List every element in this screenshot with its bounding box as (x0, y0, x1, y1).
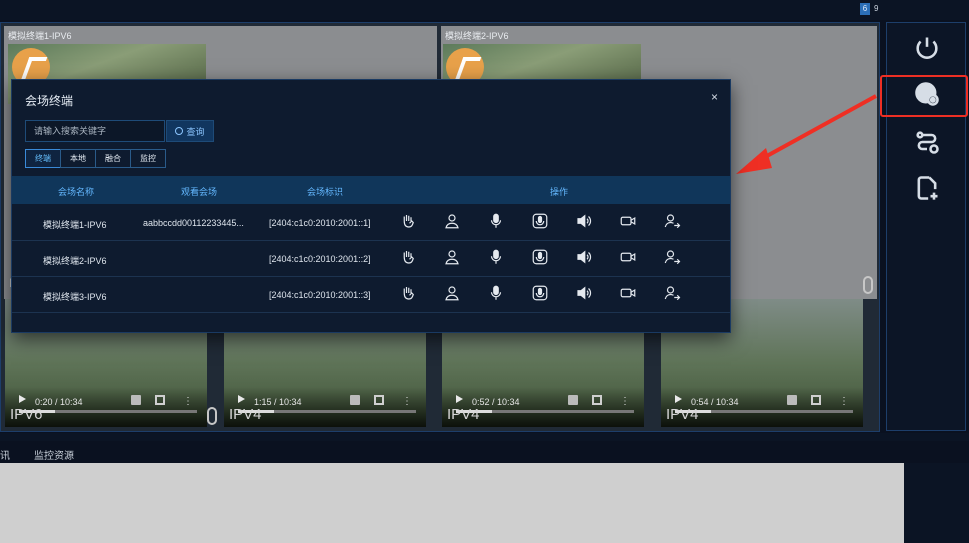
play-icon[interactable] (675, 395, 682, 403)
volume-icon[interactable] (350, 395, 360, 405)
fullscreen-icon[interactable] (155, 395, 165, 405)
speaker-booth-icon[interactable] (531, 248, 549, 266)
route-settings-icon (916, 131, 939, 154)
annotation-arrow (736, 94, 877, 174)
tile-label: 模拟终端2-IPV6 (445, 31, 509, 41)
user-icon[interactable] (443, 212, 461, 230)
hand-raise-icon[interactable] (399, 212, 417, 230)
terminal-dialog: 会场终端 × 请输入搜索关键字 查询 终端 本地 融合 监控 会场名称 观看会场… (11, 79, 731, 333)
ip-tag: IPV4 (229, 406, 262, 423)
tab-fusion[interactable]: 融合 (95, 149, 131, 168)
seek-bar[interactable] (675, 410, 853, 413)
content-panel (0, 463, 904, 543)
volume-icon[interactable] (787, 395, 797, 405)
tab-terminal[interactable]: 终端 (25, 149, 61, 168)
row-actions (399, 284, 707, 302)
user-icon[interactable] (443, 248, 461, 266)
play-icon[interactable] (19, 395, 26, 403)
power-button[interactable] (887, 27, 967, 69)
search-button-label: 查询 (186, 126, 205, 137)
route-settings-button[interactable] (887, 121, 967, 163)
microphone-icon[interactable] (487, 212, 505, 230)
row-name: 模拟终端2-IPV6 (43, 256, 107, 266)
play-icon[interactable] (456, 395, 463, 403)
count-badge: 6 (860, 3, 870, 15)
volume-icon[interactable] (575, 212, 593, 230)
tab-monitor[interactable]: 监控 (130, 149, 166, 168)
tab-local[interactable]: 本地 (60, 149, 96, 168)
user-icon[interactable] (443, 284, 461, 302)
power-icon (916, 37, 938, 59)
volume-icon[interactable] (568, 395, 578, 405)
play-icon[interactable] (238, 395, 245, 403)
col-ops: 操作 (550, 187, 569, 197)
ip-tag: IPV4 (447, 406, 480, 423)
more-icon[interactable]: ⋮ (839, 396, 849, 407)
ip-tag: IPV4 (666, 406, 699, 423)
hand-raise-icon[interactable] (399, 284, 417, 302)
ip-tag: IPV6 (10, 406, 43, 423)
volume-icon[interactable] (575, 284, 593, 302)
tile-label: 模拟终端1-IPV6 (8, 31, 72, 41)
seek-bar[interactable] (238, 410, 416, 413)
microphone-icon[interactable] (487, 284, 505, 302)
row-actions (399, 212, 707, 230)
row-name: 模拟终端3-IPV6 (43, 292, 107, 302)
fullscreen-icon[interactable] (592, 395, 602, 405)
table-row: 模拟终端2-IPV6 [2404:c1c0:2010:2001::2] (12, 241, 730, 277)
volume-icon[interactable] (575, 248, 593, 266)
row-id: [2404:c1c0:2010:2001::2] (269, 254, 371, 264)
row-id: [2404:c1c0:2010:2001::3] (269, 290, 371, 300)
add-file-icon (917, 176, 938, 200)
volume-icon[interactable] (131, 395, 141, 405)
camera-icon[interactable] (619, 248, 637, 266)
user-transfer-icon[interactable] (663, 212, 681, 230)
row-actions (399, 248, 707, 266)
camera-icon[interactable] (619, 284, 637, 302)
seek-bar[interactable] (19, 410, 197, 413)
microphone-icon (207, 407, 217, 425)
bottom-tab-monitor[interactable]: 监控资源 (34, 447, 74, 462)
table-row: 模拟终端3-IPV6 [2404:c1c0:2010:2001::3] (12, 277, 730, 313)
add-file-button[interactable] (887, 167, 967, 209)
search-icon (175, 127, 184, 135)
microphone-icon[interactable] (487, 248, 505, 266)
close-icon[interactable]: × (711, 90, 718, 104)
search-button[interactable]: 查询 (166, 120, 214, 142)
speaker-booth-icon[interactable] (531, 284, 549, 302)
more-icon[interactable]: ⋮ (402, 396, 412, 407)
row-watch: aabbccdd00112233445... (143, 218, 244, 228)
speaker-booth-icon[interactable] (531, 212, 549, 230)
camera-icon[interactable] (619, 212, 637, 230)
row-name: 模拟终端1-IPV6 (43, 220, 107, 230)
bottom-tab-1[interactable]: 讯 (0, 447, 10, 462)
dialog-tabs: 终端 本地 融合 监控 (25, 149, 166, 168)
search-input[interactable]: 请输入搜索关键字 (25, 120, 165, 142)
top-bar: 6 9 (0, 0, 969, 20)
col-watch: 观看会场 (181, 187, 218, 197)
count-badge-secondary: 9 (874, 4, 879, 13)
more-icon[interactable]: ⋮ (183, 396, 193, 407)
row-id: [2404:c1c0:2010:2001::1] (269, 218, 371, 228)
user-transfer-icon[interactable] (663, 248, 681, 266)
col-id: 会场标识 (307, 187, 344, 197)
table-header: 会场名称 观看会场 会场标识 操作 (12, 176, 730, 204)
highlight-box (880, 75, 968, 117)
table-row: 模拟终端1-IPV6 aabbccdd00112233445... [2404:… (12, 205, 730, 241)
seek-bar[interactable] (456, 410, 634, 413)
dialog-title: 会场终端 (25, 94, 74, 108)
hand-raise-icon[interactable] (399, 248, 417, 266)
fullscreen-icon[interactable] (374, 395, 384, 405)
bottom-tabs: 讯 监控资源 (0, 443, 969, 463)
microphone-icon (863, 276, 873, 294)
fullscreen-icon[interactable] (811, 395, 821, 405)
user-transfer-icon[interactable] (663, 284, 681, 302)
col-name: 会场名称 (58, 187, 95, 197)
more-icon[interactable]: ⋮ (620, 396, 630, 407)
